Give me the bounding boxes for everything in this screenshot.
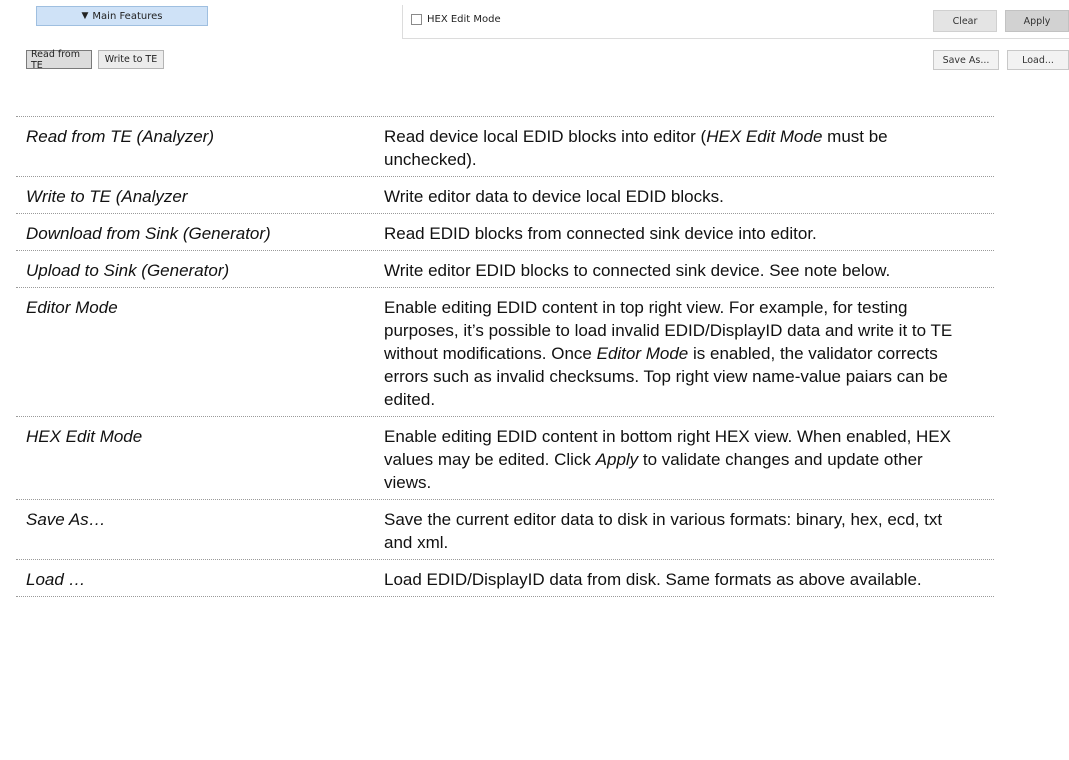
table-row: Write to TE (Analyzer Write editor data t… [16, 176, 994, 213]
triangle-down-icon: ▼ [81, 11, 89, 21]
write-to-te-button[interactable]: Write to TE [98, 50, 164, 69]
apply-label: Apply [1023, 15, 1051, 27]
description-emphasis: Editor Mode [596, 344, 689, 363]
description-text: Read device local EDID blocks into edito… [384, 127, 707, 146]
table-row: Editor Mode Enable editing EDID content i… [16, 287, 994, 416]
feature-description: Write editor EDID blocks to connected si… [384, 259, 984, 282]
feature-term: HEX Edit Mode [26, 427, 143, 446]
description-text: Write editor data to device local EDID b… [384, 187, 724, 206]
description-text: Read EDID blocks from connected sink dev… [384, 224, 817, 243]
save-as-label: Save As... [942, 54, 990, 66]
feature-term: Write to TE (Analyzer [26, 187, 188, 206]
feature-description: Read EDID blocks from connected sink dev… [384, 222, 984, 245]
feature-term: Read from TE (Analyzer) [26, 127, 214, 146]
save-as-button[interactable]: Save As... [933, 50, 999, 70]
table-row: Load … Load EDID/DisplayID data from disk… [16, 559, 994, 597]
app-screenshot-strip: ▼ Main Features Read from TE Write to TE… [0, 0, 1069, 80]
feature-term: Editor Mode [26, 298, 118, 317]
read-from-te-button[interactable]: Read from TE [26, 48, 92, 71]
clear-label: Clear [952, 15, 978, 27]
hex-edit-checkbox[interactable] [411, 14, 422, 25]
read-from-te-label: Read from TE [31, 48, 80, 71]
feature-term: Load … [26, 570, 86, 589]
feature-term: Save As… [26, 510, 106, 529]
write-to-te-label: Write to TE [104, 54, 158, 65]
feature-description: Enable editing EDID content in bottom ri… [384, 425, 984, 494]
table-row: Save As… Save the current editor data to … [16, 499, 994, 559]
feature-description: Enable editing EDID content in top right… [384, 296, 984, 411]
apply-button[interactable]: Apply [1005, 10, 1069, 32]
table-row: Read from TE (Analyzer) Read device local… [16, 116, 994, 176]
feature-description-table: Read from TE (Analyzer) Read device local… [16, 116, 994, 597]
feature-description: Write editor data to device local EDID b… [384, 185, 984, 208]
table-row: Upload to Sink (Generator) Write editor E… [16, 250, 994, 287]
main-features-label: Main Features [92, 10, 163, 22]
description-text: Write editor EDID blocks to connected si… [384, 261, 891, 280]
table-row: HEX Edit Mode Enable editing EDID content… [16, 416, 994, 499]
hex-edit-checkbox-row[interactable]: HEX Edit Mode [411, 14, 501, 25]
description-emphasis: Apply [595, 450, 639, 469]
clear-button[interactable]: Clear [933, 10, 997, 32]
hex-edit-label: HEX Edit Mode [427, 14, 501, 25]
feature-description: Load EDID/DisplayID data from disk. Same… [384, 568, 984, 591]
load-label: Load... [1022, 54, 1054, 66]
description-text: Load EDID/DisplayID data from disk. Same… [384, 570, 922, 589]
feature-term: Upload to Sink (Generator) [26, 261, 230, 280]
description-text: Save the current editor data to disk in … [384, 510, 943, 552]
table-row: Download from Sink (Generator) Read EDID … [16, 213, 994, 250]
feature-description: Save the current editor data to disk in … [384, 508, 984, 554]
main-features-toggle[interactable]: ▼ Main Features [36, 6, 208, 26]
load-button[interactable]: Load... [1007, 50, 1069, 70]
feature-description: Read device local EDID blocks into edito… [384, 125, 984, 171]
description-emphasis: HEX Edit Mode [706, 127, 823, 146]
feature-term: Download from Sink (Generator) [26, 224, 271, 243]
